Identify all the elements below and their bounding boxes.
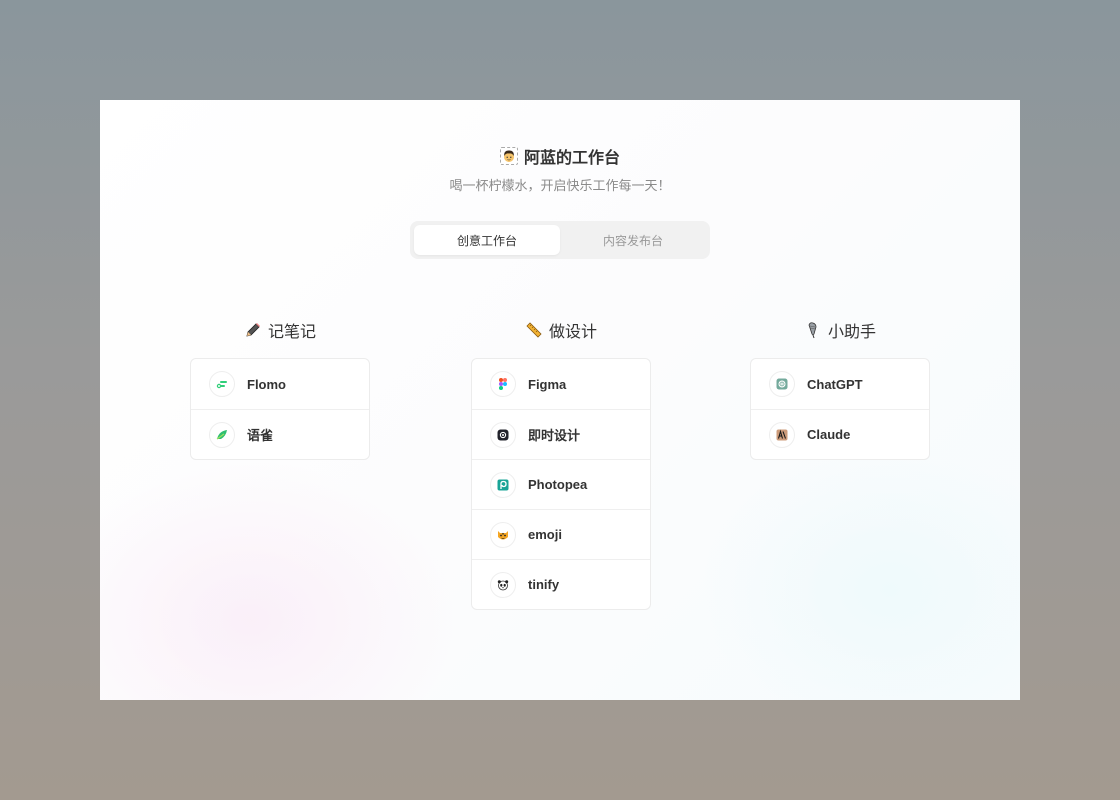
list-item-label: ChatGPT <box>807 376 863 392</box>
list-item-yuque[interactable]: 语雀 <box>191 409 369 459</box>
list-item-tinify[interactable]: tinify <box>472 559 650 609</box>
list-item-label: Flomo <box>247 376 286 392</box>
column-header-design: 做设计 <box>471 318 651 342</box>
column-title-notes: 记笔记 <box>267 322 316 341</box>
list-item-claude[interactable]: Claude <box>751 409 929 459</box>
microphone-icon <box>804 321 822 339</box>
list-item-emoji[interactable]: emoji <box>472 509 650 559</box>
page-title: 阿蓝的工作台 <box>523 148 620 167</box>
list-item-label: Figma <box>528 376 567 392</box>
flomo-icon <box>209 371 235 397</box>
column-title-design: 做设计 <box>548 322 597 341</box>
link-list-notes: Flomo 语雀 <box>190 358 370 460</box>
list-item-label: emoji <box>528 527 562 542</box>
link-list-design: Figma 即时设计 Photopea emoji tinify <box>471 358 651 610</box>
tab-bar: 创意工作台 内容发布台 <box>410 221 710 259</box>
list-item-chatgpt[interactable]: ChatGPT <box>751 359 929 409</box>
workbench-card: 阿蓝的工作台 喝一杯柠檬水，开启快乐工作每一天！ 创意工作台 内容发布台 记笔记 <box>100 100 1020 700</box>
boy-avatar-icon <box>499 147 518 165</box>
list-item-label: 语雀 <box>247 428 274 443</box>
list-item-label: tinify <box>528 577 560 592</box>
header: 阿蓝的工作台 喝一杯柠檬水，开启快乐工作每一天！ <box>100 145 1020 194</box>
list-item-jishi[interactable]: 即时设计 <box>472 409 650 459</box>
list-item-figma[interactable]: Figma <box>472 359 650 409</box>
column-notes: 记笔记 Flomo 语雀 <box>190 318 370 460</box>
panda-icon <box>490 571 516 598</box>
page-subtitle: 喝一杯柠檬水，开启快乐工作每一天！ <box>449 179 671 194</box>
chatgpt-icon <box>769 371 795 397</box>
ruler-icon <box>525 321 543 339</box>
column-assistants: 小助手 ChatGPT Claude <box>750 318 930 460</box>
list-item-label: Claude <box>807 427 851 442</box>
column-title-assistants: 小助手 <box>827 322 876 341</box>
tiger-icon <box>490 521 516 548</box>
list-item-photopea[interactable]: Photopea <box>472 459 650 509</box>
title-row: 阿蓝的工作台 <box>100 145 1020 167</box>
column-header-notes: 记笔记 <box>190 318 370 342</box>
figma-icon <box>490 371 516 397</box>
link-list-assistants: ChatGPT Claude <box>750 358 930 460</box>
yuque-icon <box>209 421 235 448</box>
tab-content-publishing[interactable]: 内容发布台 <box>560 225 706 255</box>
pencil-icon <box>244 321 262 339</box>
list-item-label: Photopea <box>528 477 588 492</box>
list-item-flomo[interactable]: Flomo <box>191 359 369 409</box>
photopea-icon <box>490 471 516 498</box>
column-header-assistants: 小助手 <box>750 318 930 342</box>
column-design: 做设计 Figma 即时设计 Photopea emoji tinify <box>471 318 651 610</box>
list-item-label: 即时设计 <box>528 428 581 443</box>
claude-icon <box>769 421 795 448</box>
jishi-icon <box>490 421 516 448</box>
tab-creative-workbench[interactable]: 创意工作台 <box>414 225 560 255</box>
